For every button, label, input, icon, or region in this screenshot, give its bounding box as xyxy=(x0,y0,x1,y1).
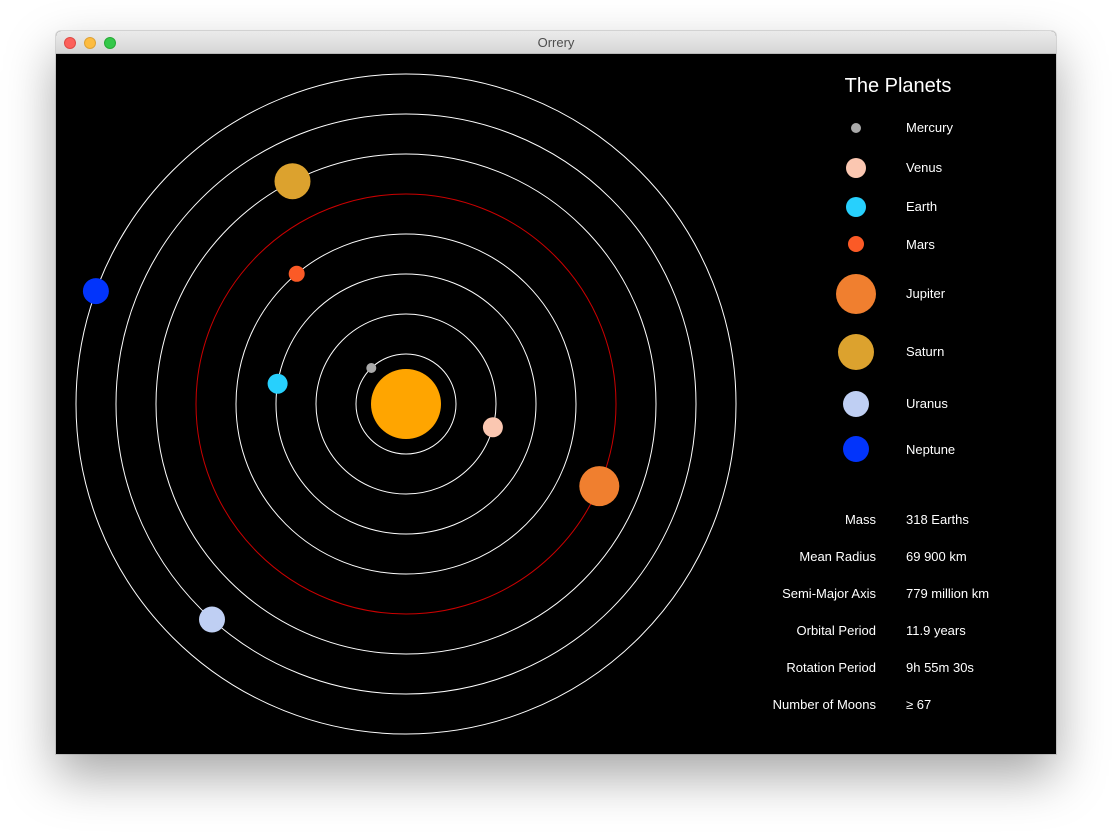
info-value: 779 million km xyxy=(906,586,990,601)
legend-item-venus[interactable]: Venus xyxy=(816,154,1056,194)
info-value: 9h 55m 30s xyxy=(906,660,974,675)
legend-label: Jupiter xyxy=(906,286,946,301)
info-label: Semi-Major Axis xyxy=(782,586,876,601)
mars-swatch-icon xyxy=(848,236,864,252)
panel-title: The Planets xyxy=(844,75,952,97)
planet-jupiter[interactable] xyxy=(579,466,620,507)
planet-venus[interactable] xyxy=(482,417,503,438)
info-label: Rotation Period xyxy=(786,660,876,675)
info-value: ≥ 67 xyxy=(906,697,932,712)
orrery-canvas[interactable] xyxy=(56,54,796,754)
legend-label: Uranus xyxy=(906,396,948,411)
info-label: Mass xyxy=(844,512,876,527)
window-title: Orrery xyxy=(537,35,575,50)
title-bar[interactable]: Orrery xyxy=(56,31,1056,54)
neptune-swatch-icon xyxy=(843,436,869,462)
orrery-view: The Planets Mercury Venus Earth Mars Jup… xyxy=(56,54,1056,754)
legend-label: Mercury xyxy=(906,120,953,135)
info-row-mean-radius: Mean Radius 69 900 km xyxy=(736,549,1056,569)
info-row-rotation-period: Rotation Period 9h 55m 30s xyxy=(736,660,1056,680)
app-window: Orrery The Planets Mercury Venus Earth M… xyxy=(56,31,1056,754)
legend-item-mars[interactable]: Mars xyxy=(816,234,1056,274)
planet-neptune[interactable] xyxy=(82,278,109,305)
planet-earth[interactable] xyxy=(267,373,288,394)
legend-item-saturn[interactable]: Saturn xyxy=(816,334,1056,374)
earth-swatch-icon xyxy=(846,197,866,217)
info-row-mass: Mass 318 Earths xyxy=(736,512,1056,532)
info-value: 11.9 years xyxy=(906,623,966,638)
info-row-number-of-moons: Number of Moons ≥ 67 xyxy=(736,697,1056,717)
info-label: Mean Radius xyxy=(799,549,876,564)
info-value: 69 900 km xyxy=(906,549,967,564)
planet-uranus[interactable] xyxy=(199,606,225,633)
info-value: 318 Earths xyxy=(906,512,969,527)
info-label: Orbital Period xyxy=(796,623,876,638)
planet-mercury[interactable] xyxy=(366,363,377,373)
legend-label: Mars xyxy=(906,237,935,252)
info-row-orbital-period: Orbital Period 11.9 years xyxy=(736,623,1056,643)
planet-mars[interactable] xyxy=(288,265,305,282)
info-row-semi-major-axis: Semi-Major Axis 779 million km xyxy=(736,586,1056,606)
legend-item-jupiter[interactable]: Jupiter xyxy=(816,274,1056,314)
planet-saturn[interactable] xyxy=(274,163,311,200)
mercury-swatch-icon xyxy=(851,123,861,133)
legend-label: Neptune xyxy=(906,442,956,457)
legend-label: Saturn xyxy=(906,344,945,359)
sun[interactable] xyxy=(371,369,441,439)
jupiter-swatch-icon xyxy=(836,274,876,314)
legend-label: Earth xyxy=(906,199,938,214)
info-label: Number of Moons xyxy=(772,697,876,712)
legend-item-neptune[interactable]: Neptune xyxy=(816,434,1056,474)
saturn-swatch-icon xyxy=(838,334,874,370)
legend-item-earth[interactable]: Earth xyxy=(816,194,1056,234)
venus-swatch-icon xyxy=(846,158,866,178)
legend-label: Venus xyxy=(906,160,943,175)
uranus-swatch-icon xyxy=(843,391,869,417)
legend-item-uranus[interactable]: Uranus xyxy=(816,389,1056,429)
legend-item-mercury[interactable]: Mercury xyxy=(816,115,1056,155)
